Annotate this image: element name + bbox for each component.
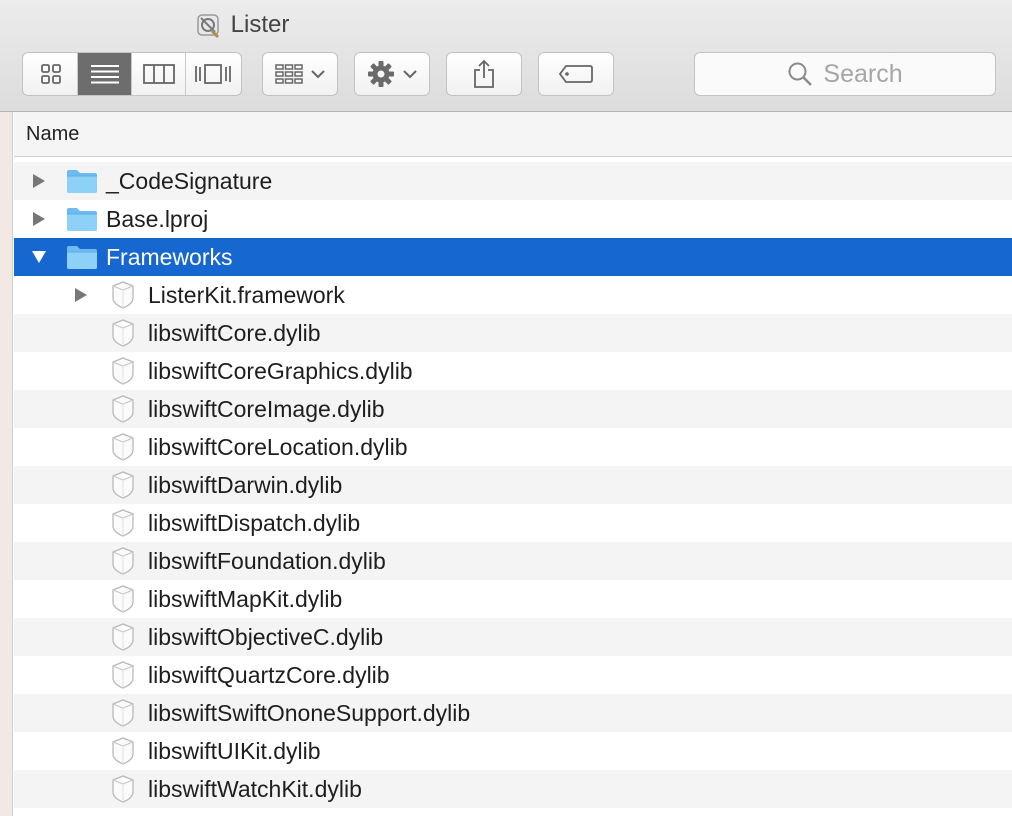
disclosure-triangle-expanded-icon[interactable] [31, 249, 47, 265]
cover-flow-icon [195, 64, 231, 84]
library-icon [108, 698, 138, 728]
file-row[interactable]: libswiftCoreGraphics.dylib [14, 352, 1012, 390]
file-row[interactable]: libswiftMapKit.dylib [14, 580, 1012, 618]
tag-button[interactable] [538, 52, 614, 96]
file-row[interactable]: libswiftQuartzCore.dylib [14, 656, 1012, 694]
library-icon [108, 394, 138, 424]
arrange-icon [275, 64, 303, 84]
column-view-icon [142, 64, 175, 84]
file-row[interactable]: libswiftDispatch.dylib [14, 504, 1012, 542]
window-toolbar: Lister Search [0, 0, 1012, 112]
folder-row[interactable]: Base.lproj [14, 200, 1012, 238]
file-list: _CodeSignature Base.lproj Frameworks Lis… [14, 162, 1012, 808]
library-icon [108, 660, 138, 690]
cover-flow-button[interactable] [186, 53, 240, 95]
file-name: Frameworks [106, 243, 233, 270]
file-row[interactable]: libswiftCore.dylib [14, 314, 1012, 352]
file-name: libswiftWatchKit.dylib [148, 775, 362, 802]
file-row[interactable]: libswiftCoreLocation.dylib [14, 428, 1012, 466]
view-mode-control[interactable] [22, 52, 242, 96]
library-icon [108, 508, 138, 538]
share-icon [474, 59, 494, 88]
window-title-bar: Lister [0, 8, 1012, 42]
library-icon [108, 318, 138, 348]
file-name: libswiftCoreImage.dylib [148, 395, 385, 422]
window-title: Lister [230, 11, 290, 38]
library-icon [108, 622, 138, 652]
column-header-name[interactable]: Name [14, 112, 1012, 157]
icon-view-icon [40, 64, 61, 84]
folder-row[interactable]: Frameworks [14, 238, 1012, 276]
search-field[interactable]: Search [694, 52, 996, 96]
file-name: _CodeSignature [106, 167, 273, 194]
file-row[interactable]: ListerKit.framework [14, 276, 1012, 314]
arrange-button[interactable] [262, 52, 338, 96]
column-view-button[interactable] [132, 53, 186, 95]
chevron-down-icon [403, 70, 417, 79]
action-button[interactable] [354, 52, 430, 96]
file-name: libswiftQuartzCore.dylib [148, 661, 390, 688]
disclosure-triangle-collapsed-icon[interactable] [31, 211, 47, 227]
file-name: libswiftCore.dylib [148, 319, 321, 346]
search-icon [788, 62, 813, 86]
file-name: libswiftFoundation.dylib [148, 547, 386, 574]
file-name: libswiftUIKit.dylib [148, 737, 321, 764]
disclosure-triangle-collapsed-icon[interactable] [31, 173, 47, 189]
tag-icon [558, 65, 593, 83]
library-icon [108, 774, 138, 804]
folder-icon [66, 206, 98, 232]
file-name: libswiftObjectiveC.dylib [148, 623, 384, 650]
search-placeholder: Search [823, 59, 903, 88]
disclosure-triangle-collapsed-icon[interactable] [73, 287, 89, 303]
file-name: libswiftCoreGraphics.dylib [148, 357, 413, 384]
folder-row[interactable]: _CodeSignature [14, 162, 1012, 200]
library-icon [108, 280, 138, 310]
library-icon [108, 584, 138, 614]
chevron-down-icon [311, 70, 325, 79]
library-icon [108, 356, 138, 386]
file-row[interactable]: libswiftDarwin.dylib [14, 466, 1012, 504]
file-row[interactable]: libswiftSwiftOnoneSupport.dylib [14, 694, 1012, 732]
file-name: libswiftDarwin.dylib [148, 471, 343, 498]
library-icon [108, 546, 138, 576]
app-icon [196, 14, 219, 39]
gear-icon [368, 61, 394, 87]
library-icon [108, 736, 138, 766]
file-name: libswiftCoreLocation.dylib [148, 433, 408, 460]
share-button[interactable] [446, 52, 522, 96]
file-row[interactable]: libswiftWatchKit.dylib [14, 770, 1012, 808]
file-row[interactable]: libswiftObjectiveC.dylib [14, 618, 1012, 656]
file-name: libswiftMapKit.dylib [148, 585, 343, 612]
folder-icon [66, 168, 98, 194]
folder-icon [66, 244, 98, 270]
icon-view-button[interactable] [24, 53, 78, 95]
list-view-icon [90, 65, 119, 84]
file-name: libswiftDispatch.dylib [148, 509, 361, 536]
file-name: libswiftSwiftOnoneSupport.dylib [148, 699, 471, 726]
library-icon [108, 470, 138, 500]
file-row[interactable]: libswiftFoundation.dylib [14, 542, 1012, 580]
file-name: Base.lproj [106, 205, 209, 232]
sidebar-edge [0, 112, 13, 816]
file-row[interactable]: libswiftUIKit.dylib [14, 732, 1012, 770]
library-icon [108, 432, 138, 462]
column-header-label: Name [26, 123, 80, 145]
list-view-button[interactable] [78, 53, 132, 95]
file-name: ListerKit.framework [148, 281, 345, 308]
file-row[interactable]: libswiftCoreImage.dylib [14, 390, 1012, 428]
